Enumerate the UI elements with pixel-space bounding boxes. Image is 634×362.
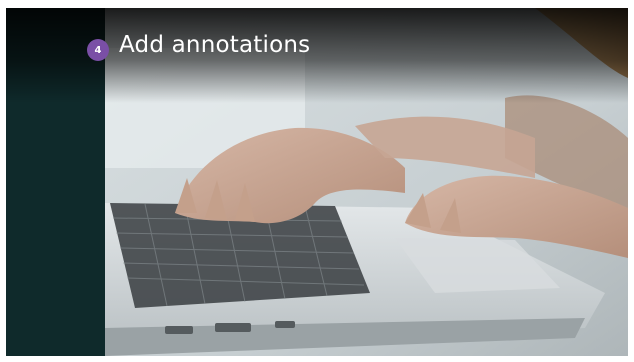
slide-frame: 4 Add annotations (0, 0, 634, 362)
slide-title: Add annotations (119, 32, 311, 58)
slide: 4 Add annotations (6, 8, 628, 356)
hands-typing-on-laptop-image (105, 8, 628, 356)
left-color-band (6, 8, 105, 356)
step-number-badge: 4 (87, 39, 109, 61)
